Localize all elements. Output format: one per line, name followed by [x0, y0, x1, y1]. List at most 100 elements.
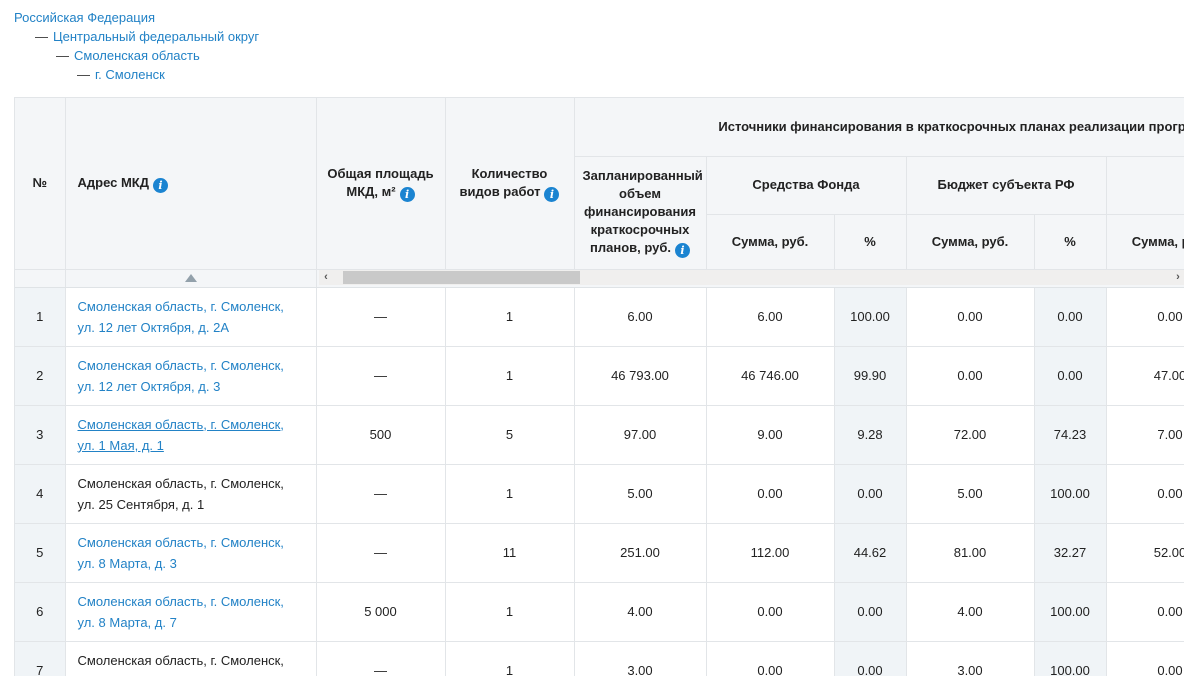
column-header-local-sum: Сумма, руб. — [1106, 214, 1184, 269]
local-sum-cell: 0.00 — [1106, 582, 1184, 641]
local-sum-cell: 7.00 — [1106, 405, 1184, 464]
row-number-cell: 3 — [15, 405, 65, 464]
subject-sum-cell: 5.00 — [906, 464, 1034, 523]
table-row: 2 Смоленская область, г. Смоленск, ул. 12… — [15, 346, 1184, 405]
planned-volume-cell: 6.00 — [574, 287, 706, 346]
row-number-cell: 4 — [15, 464, 65, 523]
breadcrumb-link[interactable]: Российская Федерация — [14, 10, 155, 25]
column-header-fund-sum: Сумма, руб. — [706, 214, 834, 269]
address-cell: Смоленская область, г. Смоленск, ул. 8 М… — [65, 523, 316, 582]
column-header-address-label: Адрес МКД — [78, 175, 150, 190]
address-link[interactable]: Смоленская область, г. Смоленск, ул. 12 … — [78, 299, 284, 335]
column-header-planned-volume[interactable]: Запланированный объем финансирования кра… — [574, 156, 706, 269]
column-header-address[interactable]: Адрес МКДi — [65, 98, 316, 269]
info-icon[interactable]: i — [544, 187, 559, 202]
column-group-subject-budget: Бюджет субъекта РФ — [906, 156, 1106, 214]
works-count-cell: 1 — [445, 464, 574, 523]
column-header-num: № — [15, 98, 65, 269]
planned-volume-cell: 46 793.00 — [574, 346, 706, 405]
column-header-subject-pct: % — [1034, 214, 1106, 269]
planned-volume-cell: 4.00 — [574, 582, 706, 641]
breadcrumb-line: —Центральный федеральный округ — [14, 27, 259, 46]
address-cell: Смоленская область, г. Смоленск, ул. 12 … — [65, 287, 316, 346]
column-header-fund-pct: % — [834, 214, 906, 269]
planned-volume-cell: 251.00 — [574, 523, 706, 582]
table-row: 3 Смоленская область, г. Смоленск, ул. 1 … — [15, 405, 1184, 464]
column-header-works-label: Количество видов работ — [460, 166, 548, 199]
scroll-left-icon[interactable]: ‹ — [319, 270, 333, 285]
address-text: Смоленская область, г. Смоленск, ул. 9 Я… — [78, 653, 284, 677]
table-row: 4 Смоленская область, г. Смоленск, ул. 25… — [15, 464, 1184, 523]
info-icon[interactable]: i — [675, 243, 690, 258]
local-sum-cell: 0.00 — [1106, 464, 1184, 523]
sort-row-address — [65, 269, 316, 287]
total-area-cell: 5 000 — [316, 582, 445, 641]
fund-sum-cell: 112.00 — [706, 523, 834, 582]
breadcrumb-line: — Смоленская область — [14, 46, 259, 65]
fund-sum-cell: 6.00 — [706, 287, 834, 346]
subject-sum-cell: 81.00 — [906, 523, 1034, 582]
fund-pct-cell: 0.00 — [834, 582, 906, 641]
address-cell: Смоленская область, г. Смоленск, ул. 25 … — [65, 464, 316, 523]
horizontal-scrollbar[interactable]: ‹ › — [319, 270, 1184, 285]
mkd-financing-table: № Адрес МКДi Общая площадь МКД, м²i Коли… — [14, 97, 1184, 676]
fund-sum-cell: 46 746.00 — [706, 346, 834, 405]
planned-volume-cell: 3.00 — [574, 641, 706, 676]
address-link[interactable]: Смоленская область, г. Смоленск, ул. 1 М… — [78, 417, 284, 453]
row-number-cell: 5 — [15, 523, 65, 582]
local-sum-cell: 0.00 — [1106, 287, 1184, 346]
total-area-cell: — — [316, 641, 445, 676]
planned-volume-cell: 5.00 — [574, 464, 706, 523]
address-cell: Смоленская область, г. Смоленск, ул. 12 … — [65, 346, 316, 405]
scroll-right-icon[interactable]: › — [1171, 270, 1184, 285]
info-icon[interactable]: i — [153, 178, 168, 193]
column-header-planned-label: Запланированный объем финансирования кра… — [583, 168, 703, 255]
column-group-fund-money: Средства Фонда — [706, 156, 906, 214]
subject-pct-cell: 100.00 — [1034, 582, 1106, 641]
fund-pct-cell: 9.28 — [834, 405, 906, 464]
breadcrumb-link[interactable]: г. Смоленск — [95, 67, 165, 82]
local-sum-cell: 47.00 — [1106, 346, 1184, 405]
address-cell: Смоленская область, г. Смоленск, ул. 9 Я… — [65, 641, 316, 676]
fund-sum-cell: 0.00 — [706, 641, 834, 676]
total-area-cell: 500 — [316, 405, 445, 464]
subject-sum-cell: 0.00 — [906, 346, 1034, 405]
row-number-cell: 6 — [15, 582, 65, 641]
column-group-financing-sources: Источники финансирования в краткосрочных… — [574, 98, 1184, 156]
breadcrumb-dash: — — [56, 48, 69, 63]
sort-row-spacer — [15, 269, 65, 287]
address-link[interactable]: Смоленская область, г. Смоленск, ул. 8 М… — [78, 594, 284, 630]
subject-pct-cell: 74.23 — [1034, 405, 1106, 464]
fund-sum-cell: 0.00 — [706, 582, 834, 641]
total-area-cell: — — [316, 346, 445, 405]
row-number-cell: 7 — [15, 641, 65, 676]
works-count-cell: 11 — [445, 523, 574, 582]
works-count-cell: 1 — [445, 582, 574, 641]
fund-pct-cell: 44.62 — [834, 523, 906, 582]
column-header-works[interactable]: Количество видов работi — [445, 98, 574, 269]
breadcrumb-line: Российская Федерация — [14, 8, 259, 27]
fund-sum-cell: 9.00 — [706, 405, 834, 464]
fund-pct-cell: 0.00 — [834, 641, 906, 676]
scrollbar-thumb[interactable] — [343, 271, 580, 284]
subject-pct-cell: 32.27 — [1034, 523, 1106, 582]
sort-asc-icon[interactable] — [185, 274, 197, 282]
info-icon[interactable]: i — [400, 187, 415, 202]
fund-pct-cell: 99.90 — [834, 346, 906, 405]
breadcrumb-link[interactable]: Центральный федеральный округ — [53, 29, 259, 44]
total-area-cell: — — [316, 464, 445, 523]
total-area-cell: — — [316, 523, 445, 582]
row-number-cell: 2 — [15, 346, 65, 405]
column-header-area[interactable]: Общая площадь МКД, м²i — [316, 98, 445, 269]
scrollbar-track[interactable] — [333, 270, 1171, 285]
address-link[interactable]: Смоленская область, г. Смоленск, ул. 12 … — [78, 358, 284, 394]
subject-pct-cell: 100.00 — [1034, 464, 1106, 523]
address-cell: Смоленская область, г. Смоленск, ул. 1 М… — [65, 405, 316, 464]
breadcrumb: Российская Федерация—Центральный федерал… — [14, 8, 259, 84]
breadcrumb-link[interactable]: Смоленская область — [74, 48, 200, 63]
table-row: 6 Смоленская область, г. Смоленск, ул. 8 … — [15, 582, 1184, 641]
works-count-cell: 5 — [445, 405, 574, 464]
address-link[interactable]: Смоленская область, г. Смоленск, ул. 8 М… — [78, 535, 284, 571]
address-text: Смоленская область, г. Смоленск, ул. 25 … — [78, 476, 284, 512]
subject-sum-cell: 72.00 — [906, 405, 1034, 464]
